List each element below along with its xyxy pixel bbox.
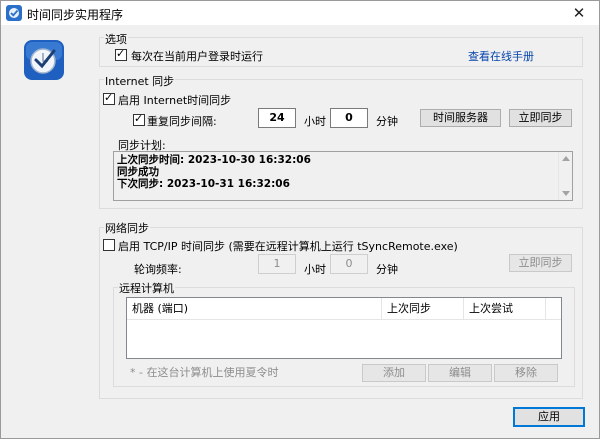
internet-sync-group-title: Internet 同步 [104, 73, 176, 89]
sync-hours-input[interactable]: 24 [258, 108, 296, 128]
minutes-unit-label: 分钟 [376, 115, 398, 128]
window-title: 时间同步实用程序 [27, 8, 124, 22]
scroll-down-icon[interactable] [562, 191, 570, 196]
enable-internet-sync-label[interactable]: 启用 Internet时间同步 [118, 92, 231, 108]
enable-tcp-sync-label[interactable]: 启用 TCP/IP 时间同步 (需要在远程计算机上运行 tSyncRemote.… [118, 238, 458, 254]
enable-tcp-sync-checkbox[interactable] [103, 239, 115, 251]
app-icon [6, 5, 22, 21]
log-line-last-sync: 上次同步时间: 2023-10-30 16:32:06 [117, 154, 311, 166]
run-at-login-label[interactable]: 每次在当前用户登录时运行 [131, 48, 263, 64]
repeat-interval-checkbox[interactable] [133, 112, 145, 126]
poll-frequency-label: 轮询频率: [134, 263, 182, 276]
main-window: 时间同步实用程序 ✕ 选项 每次在当前用户登录时运行 查看在线手册 Intern… [0, 0, 600, 439]
column-machine-port[interactable]: 机器 (端口) [127, 298, 382, 320]
log-scrollbar[interactable] [558, 152, 572, 200]
run-at-login-checkbox[interactable] [115, 47, 127, 61]
hours-unit-label: 小时 [304, 115, 326, 128]
remote-computers-title: 远程计算机 [118, 280, 175, 296]
poll-minutes-input[interactable]: 0 [330, 254, 368, 274]
network-sync-now-button[interactable]: 立即同步 [509, 254, 572, 272]
title-bar[interactable]: 时间同步实用程序 ✕ [1, 1, 599, 25]
network-sync-group-title: 网络同步 [104, 220, 150, 236]
column-last-sync[interactable]: 上次同步 [382, 298, 464, 320]
scroll-up-icon[interactable] [562, 156, 570, 161]
time-server-button[interactable]: 时间服务器 [420, 109, 501, 127]
poll-hours-unit: 小时 [304, 263, 326, 276]
column-last-attempt[interactable]: 上次尝试 [464, 298, 546, 320]
dst-footnote: * - 在这台计算机上使用夏令时 [130, 366, 279, 379]
poll-minutes-unit: 分钟 [376, 263, 398, 276]
sync-log-box[interactable]: 上次同步时间: 2023-10-30 16:32:06 同步成功 下次同步: 2… [113, 151, 573, 201]
log-line-status: 同步成功 [117, 166, 159, 178]
apply-button[interactable]: 应用 [513, 407, 585, 427]
edit-button[interactable]: 编辑 [428, 364, 492, 382]
remove-button[interactable]: 移除 [494, 364, 558, 382]
poll-hours-input[interactable]: 1 [258, 254, 296, 274]
online-manual-link[interactable]: 查看在线手册 [468, 48, 534, 64]
remote-computers-list[interactable]: 机器 (端口) 上次同步 上次尝试 [126, 297, 562, 359]
add-button[interactable]: 添加 [362, 364, 426, 382]
repeat-interval-label[interactable]: 重复同步间隔: [147, 113, 217, 129]
close-icon[interactable]: ✕ [559, 1, 599, 25]
list-header: 机器 (端口) 上次同步 上次尝试 [127, 298, 561, 320]
log-line-next-sync: 下次同步: 2023-10-31 16:32:06 [117, 178, 290, 190]
sync-now-button[interactable]: 立即同步 [509, 109, 572, 127]
enable-internet-sync-checkbox[interactable] [103, 91, 115, 105]
options-group-title: 选项 [104, 31, 128, 47]
sync-minutes-input[interactable]: 0 [330, 108, 368, 128]
app-clock-check-icon [24, 40, 64, 80]
